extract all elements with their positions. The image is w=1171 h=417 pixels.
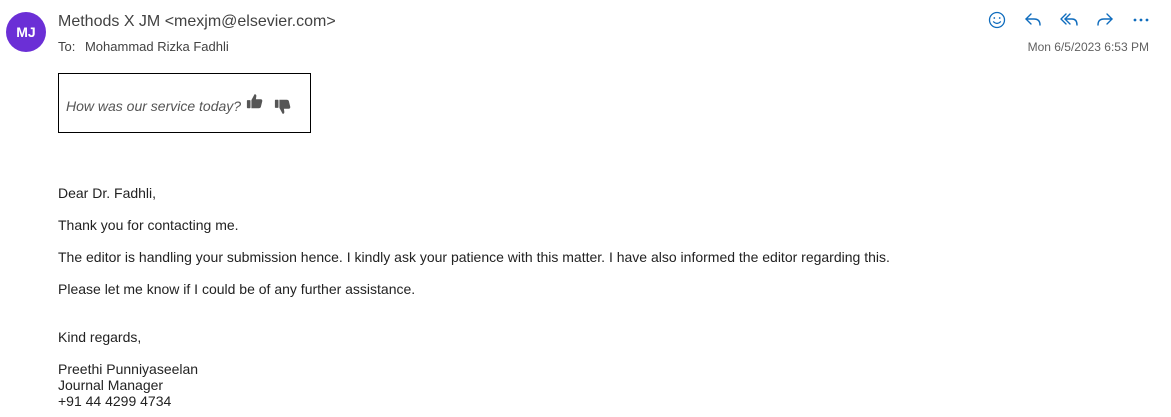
to-label: To:: [58, 39, 76, 54]
body-paragraph: The editor is handling your submission h…: [58, 249, 890, 265]
feedback-question: How was our service today?: [66, 98, 242, 114]
body-paragraph: Thank you for contacting me.: [58, 217, 239, 233]
signature-title: Journal Manager: [58, 377, 164, 393]
sender-name[interactable]: Methods X JM <mexjm@elsevier.com>: [58, 13, 336, 31]
reply-all-button[interactable]: [1057, 8, 1081, 32]
more-icon: [1133, 18, 1149, 22]
forward-button[interactable]: [1093, 8, 1117, 32]
feedback-survey-box: How was our service today?: [58, 73, 311, 133]
thumbs-up-icon[interactable]: [246, 92, 264, 110]
signature-phone[interactable]: +91 44 4299 4734: [58, 393, 171, 409]
message-timestamp: Mon 6/5/2023 6:53 PM: [1027, 40, 1149, 54]
emoji-icon: [988, 11, 1006, 29]
recipient-name[interactable]: Mohammad Rizka Fadhli: [85, 39, 229, 54]
forward-icon: [1097, 13, 1113, 26]
body-paragraph: Please let me know if I could be of any …: [58, 281, 416, 297]
more-actions-button[interactable]: [1129, 8, 1153, 32]
closing-text: Kind regards,: [58, 329, 142, 345]
greeting-text: Dear Dr. Fadhli,: [58, 185, 157, 201]
recipient-line: To: Mohammad Rizka Fadhli: [58, 39, 229, 54]
email-reading-pane: MJ Methods X JM <mexjm@elsevier.com> To:…: [0, 0, 1171, 417]
thumbs-down-icon[interactable]: [274, 98, 292, 116]
reply-button[interactable]: [1021, 8, 1045, 32]
emoji-reaction-button[interactable]: [985, 8, 1009, 32]
reply-icon: [1025, 13, 1041, 26]
message-actions: [985, 8, 1153, 32]
avatar[interactable]: MJ: [6, 12, 46, 52]
reply-all-icon: [1060, 13, 1078, 26]
signature-name: Preethi Punniyaseelan: [58, 361, 199, 377]
